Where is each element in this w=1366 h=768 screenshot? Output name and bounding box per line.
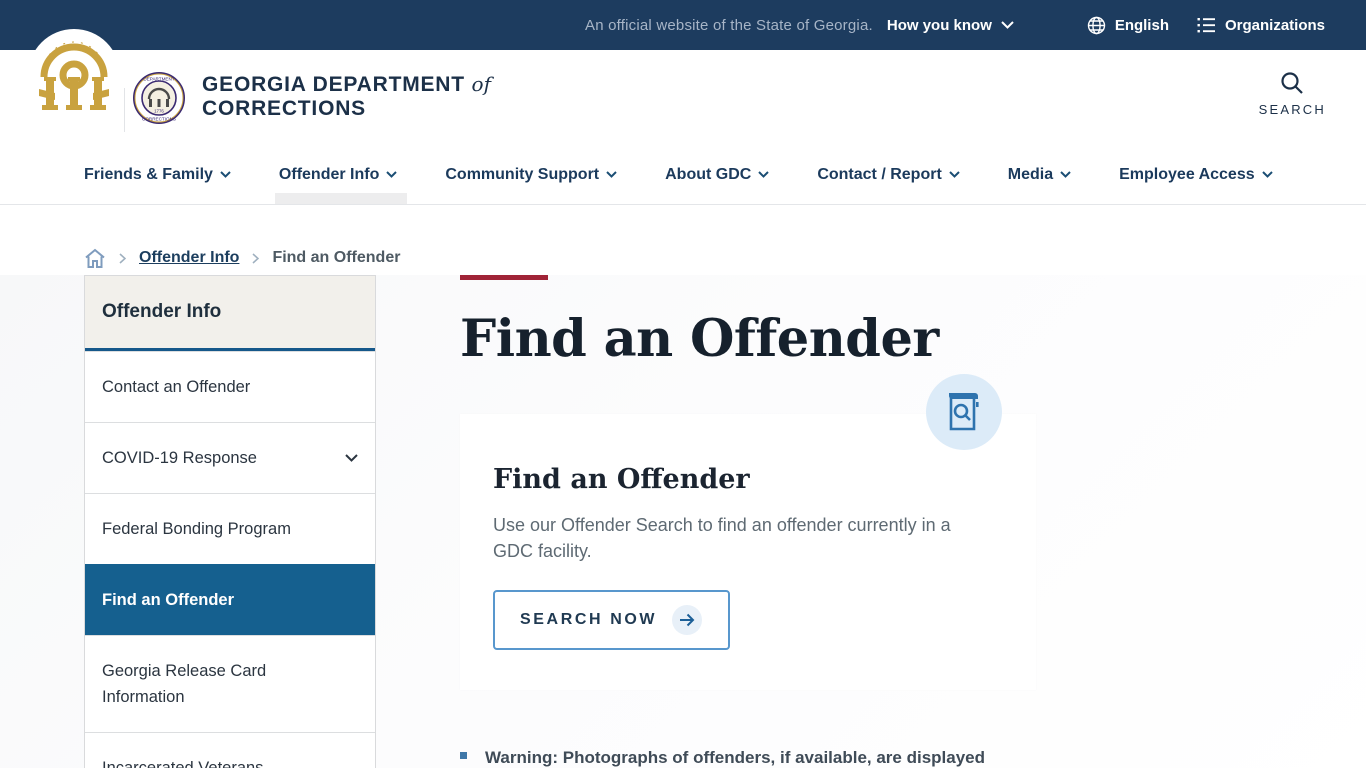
breadcrumb-link-offender-info[interactable]: Offender Info (139, 249, 239, 267)
organizations-label: Organizations (1224, 16, 1325, 34)
sidebar-title[interactable]: Offender Info (85, 276, 375, 351)
main-content: Find an Offender Find an Offender Use ou… (460, 275, 1036, 768)
chevron-down-icon (220, 171, 231, 178)
official-website-text: An official website of the State of Geor… (585, 16, 873, 34)
chevron-right-icon (252, 252, 260, 264)
page-title: Find an Offender (460, 309, 939, 369)
nav-item-employee-access[interactable]: Employee Access (1117, 145, 1274, 204)
home-icon[interactable] (84, 248, 106, 269)
chevron-down-icon (758, 171, 770, 178)
section-sidebar: Offender Info Contact an Offender COVID-… (84, 275, 376, 768)
nav-item-about-gdc[interactable]: About GDC (663, 145, 771, 204)
nav-item-community-support[interactable]: Community Support (443, 145, 619, 204)
search-icon (1279, 70, 1305, 96)
chevron-right-icon (119, 252, 126, 264)
sidebar-item-contact-an-offender[interactable]: Contact an Offender (85, 351, 375, 422)
gdc-seal-icon: 1776 DEPARTMENT CORRECTIONS (133, 72, 185, 129)
page: An official website of the State of Geor… (0, 0, 1366, 768)
sidebar-item-georgia-release-card[interactable]: Georgia Release Card Information (85, 635, 375, 732)
sidebar-item-incarcerated-veterans[interactable]: Incarcerated Veterans (85, 732, 375, 768)
arrow-right-icon (672, 605, 703, 636)
list-icon (1197, 17, 1216, 33)
sidebar-item-federal-bonding-program[interactable]: Federal Bonding Program (85, 493, 375, 564)
sidebar-item-find-an-offender[interactable]: Find an Offender (85, 564, 375, 635)
search-now-label: SEARCH NOW (520, 611, 658, 629)
nav-item-contact-report[interactable]: Contact / Report (815, 145, 961, 204)
svg-text:DEPARTMENT: DEPARTMENT (143, 77, 174, 82)
chevron-down-icon (386, 171, 398, 178)
heading-accent-rule (460, 275, 548, 280)
header-divider (124, 88, 125, 132)
globe-icon (1087, 16, 1106, 35)
card-description: Use our Offender Search to find an offen… (493, 515, 951, 562)
svg-text:CORRECTIONS: CORRECTIONS (142, 117, 176, 122)
topbar-utilities: English Organizations (1087, 16, 1325, 35)
state-arch-logo[interactable] (28, 29, 120, 121)
chevron-down-icon (949, 171, 960, 178)
agency-name[interactable]: GEORGIA DEPARTMENT of CORRECTIONS (202, 72, 491, 121)
warning-list-item: Warning: Photographs of offenders, if av… (460, 745, 1036, 768)
chevron-down-icon (1001, 21, 1014, 29)
nav-item-offender-info[interactable]: Offender Info (274, 145, 408, 204)
agency-name-line2: CORRECTIONS (202, 97, 366, 120)
breadcrumb: Offender Info Find an Offender (0, 205, 1366, 275)
site-header: 1776 DEPARTMENT CORRECTIONS GEORGIA DEPA… (0, 29, 1366, 145)
document-search-icon (946, 390, 982, 434)
search-button[interactable]: SEARCH (1259, 70, 1326, 117)
government-topbar: An official website of the State of Geor… (0, 0, 1366, 50)
agency-name-line1: GEORGIA DEPARTMENT (202, 73, 465, 96)
search-label: SEARCH (1258, 102, 1326, 117)
how-you-know-button[interactable]: How you know (887, 17, 1014, 34)
chevron-down-icon (606, 171, 617, 178)
official-statement: An official website of the State of Geor… (585, 17, 1014, 34)
chevron-down-icon (1060, 171, 1071, 178)
agency-name-connector: of (471, 72, 491, 96)
chevron-down-icon (345, 454, 358, 462)
square-bullet-icon (460, 752, 467, 760)
nav-item-media[interactable]: Media (1006, 145, 1073, 204)
breadcrumb-current-page: Find an Offender (272, 249, 401, 266)
how-you-know-label: How you know (886, 16, 992, 34)
svg-text:1776: 1776 (154, 109, 164, 114)
primary-navigation: Friends & Family Offender Info Community… (0, 145, 1366, 205)
chevron-down-icon (1261, 171, 1273, 178)
georgia-arch-icon (39, 41, 109, 110)
find-offender-card: Find an Offender Use our Offender Search… (460, 374, 1036, 691)
sidebar-item-covid-19-response[interactable]: COVID-19 Response (85, 422, 375, 493)
warning-text: Warning: Photographs of offenders, if av… (485, 748, 986, 768)
language-label: English (1114, 16, 1169, 34)
organizations-button[interactable]: Organizations (1197, 17, 1325, 34)
offender-search-badge (926, 374, 1002, 451)
nav-item-friends-family[interactable]: Friends & Family (82, 145, 233, 204)
card-title: Find an Offender (493, 464, 750, 496)
search-now-button[interactable]: SEARCH NOW (493, 590, 731, 651)
content-area: Offender Info Contact an Offender COVID-… (0, 275, 1366, 768)
language-button[interactable]: English (1087, 16, 1169, 35)
